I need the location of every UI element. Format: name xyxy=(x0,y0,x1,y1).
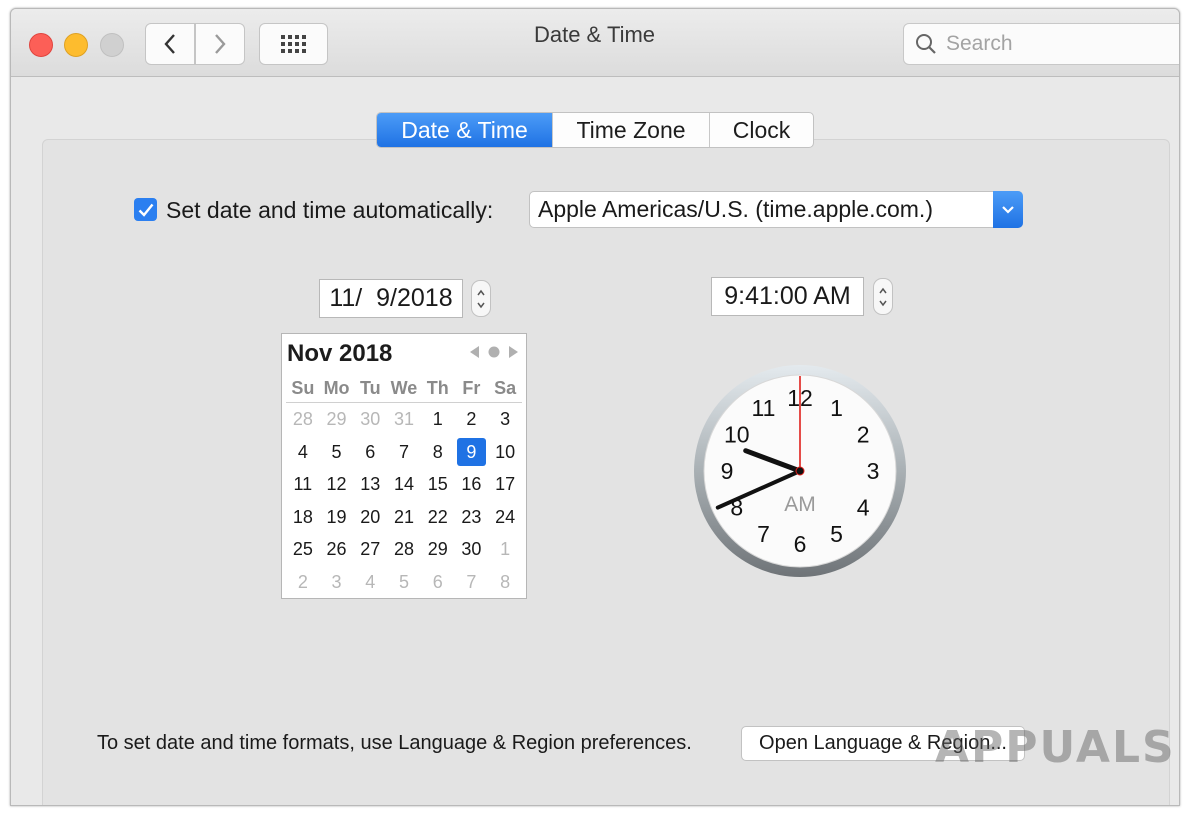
calendar-day[interactable]: 25 xyxy=(286,535,320,563)
calendar-week-row: 4 5 6 7 8 9 10 xyxy=(286,436,522,469)
next-month-icon[interactable] xyxy=(508,346,518,358)
tab-time-zone[interactable]: Time Zone xyxy=(553,113,710,147)
calendar-day[interactable]: 7 xyxy=(387,438,421,466)
calendar-day[interactable]: 27 xyxy=(353,535,387,563)
date-stepper[interactable] xyxy=(471,280,491,317)
calendar-day[interactable]: 3 xyxy=(488,405,522,433)
calendar-day[interactable]: 4 xyxy=(353,568,387,596)
clock-numeral: 7 xyxy=(757,521,770,547)
clock-numeral: 2 xyxy=(857,422,870,448)
weekday-label: Mo xyxy=(323,378,350,398)
tab-clock[interactable]: Clock xyxy=(710,113,813,147)
clock-numeral: 4 xyxy=(857,495,870,521)
calendar-day[interactable]: 29 xyxy=(320,405,354,433)
calendar-week-row: 11 12 13 14 15 16 17 xyxy=(286,468,522,501)
calendar-day[interactable]: 31 xyxy=(387,405,421,433)
calendar-day[interactable]: 7 xyxy=(455,568,489,596)
calendar-day[interactable]: 5 xyxy=(387,568,421,596)
clock-numeral: 1 xyxy=(830,395,843,421)
time-stepper[interactable] xyxy=(873,278,893,315)
calendar-day[interactable]: 28 xyxy=(286,405,320,433)
time-server-select[interactable]: Apple Americas/U.S. (time.apple.com.) xyxy=(529,191,1023,228)
calendar-day[interactable]: 3 xyxy=(320,568,354,596)
tab-date-time[interactable]: Date & Time xyxy=(377,113,553,147)
calendar-day[interactable]: 23 xyxy=(455,503,489,531)
calendar-day[interactable]: 19 xyxy=(320,503,354,531)
calendar-body: 28 29 30 31 1 2 3 4 5 6 7 8 9 10 11 12 13 14 15 16 17 18 19 20 2… xyxy=(286,403,522,598)
calendar-day[interactable]: 1 xyxy=(421,405,455,433)
analog-clock: 12 1234567891011 AM xyxy=(694,365,906,577)
weekday-label: Fr xyxy=(462,378,481,398)
clock-numeral: 11 xyxy=(752,395,776,421)
calendar-day[interactable]: 26 xyxy=(320,535,354,563)
date-field[interactable]: 11/ 9/2018 xyxy=(319,279,463,318)
calendar-month-label: Nov 2018 xyxy=(287,340,393,367)
calendar-day[interactable]: 8 xyxy=(488,568,522,596)
time-field[interactable]: 9:41:00 AM xyxy=(711,277,864,316)
today-dot-icon[interactable] xyxy=(488,346,500,358)
calendar-week-row: 25 26 27 28 29 30 1 xyxy=(286,533,522,566)
calendar-day[interactable]: 11 xyxy=(286,470,320,498)
calendar-grid: Su Mo Tu We Th Fr Sa 28 29 30 31 1 2 3 4 5 6 7 8 9 10 11 12 13… xyxy=(286,378,522,598)
calendar-day[interactable]: 30 xyxy=(455,535,489,563)
calendar-day[interactable]: 22 xyxy=(421,503,455,531)
watermark-logo: APPUALS xyxy=(935,722,1176,773)
auto-time-label: Set date and time automatically: xyxy=(166,197,494,223)
calendar-day[interactable]: 30 xyxy=(353,405,387,433)
checkmark-icon xyxy=(138,203,153,217)
calendar-day[interactable]: 8 xyxy=(421,438,455,466)
auto-time-checkbox[interactable] xyxy=(134,198,157,221)
weekday-label: Th xyxy=(426,378,449,398)
clock-numeral: 3 xyxy=(867,458,880,484)
formats-hint-text: To set date and time formats, use Langua… xyxy=(97,732,692,754)
content-panel xyxy=(42,139,1170,805)
calendar-week-row: 2345678 xyxy=(286,566,522,599)
calendar-day[interactable]: 12 xyxy=(320,470,354,498)
calendar-day[interactable]: 24 xyxy=(488,503,522,531)
stepper-arrows-icon xyxy=(879,287,887,306)
calendar-week-row: 18 19 20 21 22 23 24 xyxy=(286,501,522,534)
calendar-day[interactable]: 20 xyxy=(353,503,387,531)
calendar-day[interactable]: 18 xyxy=(286,503,320,531)
clock-numeral: 9 xyxy=(721,458,734,484)
clock-numeral: 6 xyxy=(794,531,807,557)
calendar-day[interactable]: 5 xyxy=(320,438,354,466)
calendar-day[interactable]: 4 xyxy=(286,438,320,466)
select-arrow-button[interactable] xyxy=(993,191,1023,228)
window-title: Date & Time xyxy=(533,22,656,47)
clock-center xyxy=(795,466,805,476)
calendar-day[interactable]: 10 xyxy=(488,438,522,466)
calendar-day-selected[interactable]: 9 xyxy=(456,437,487,466)
weekday-label: Su xyxy=(291,378,315,398)
time-server-value: Apple Americas/U.S. (time.apple.com.) xyxy=(538,196,933,222)
calendar-day[interactable]: 28 xyxy=(387,535,421,563)
calendar-day[interactable]: 13 xyxy=(353,470,387,498)
calendar-week-row: 28 29 30 31 1 2 3 xyxy=(286,403,522,436)
calendar-day[interactable]: 16 xyxy=(455,470,489,498)
weekday-header: Su Mo Tu We Th Fr Sa xyxy=(286,378,522,403)
clock-numeral: 10 xyxy=(724,422,750,448)
chevron-down-icon xyxy=(1002,205,1014,214)
weekday-label: Tu xyxy=(359,378,381,398)
tab-bar: Date & Time Time Zone Clock xyxy=(376,112,814,148)
calendar-day[interactable]: 1 xyxy=(488,535,522,563)
calendar-day[interactable]: 17 xyxy=(488,470,522,498)
previous-month-icon[interactable] xyxy=(470,346,480,358)
calendar-nav xyxy=(470,346,518,358)
calendar-day[interactable]: 15 xyxy=(421,470,455,498)
calendar-day[interactable]: 6 xyxy=(421,568,455,596)
calendar-day[interactable]: 6 xyxy=(353,438,387,466)
clock-period-label: AM xyxy=(784,493,816,516)
calendar[interactable]: Nov 2018 Su Mo Tu We Th Fr Sa 28 29 30 31 1 2 3 4 5 6 7 8… xyxy=(281,333,527,599)
stepper-arrows-icon xyxy=(477,289,485,308)
calendar-day[interactable]: 29 xyxy=(421,535,455,563)
calendar-day[interactable]: 21 xyxy=(387,503,421,531)
weekday-label: Sa xyxy=(494,378,517,398)
clock-numeral: 5 xyxy=(830,521,843,547)
calendar-day[interactable]: 2 xyxy=(455,405,489,433)
weekday-label: We xyxy=(390,378,418,398)
calendar-day[interactable]: 14 xyxy=(387,470,421,498)
calendar-day[interactable]: 2 xyxy=(286,568,320,596)
